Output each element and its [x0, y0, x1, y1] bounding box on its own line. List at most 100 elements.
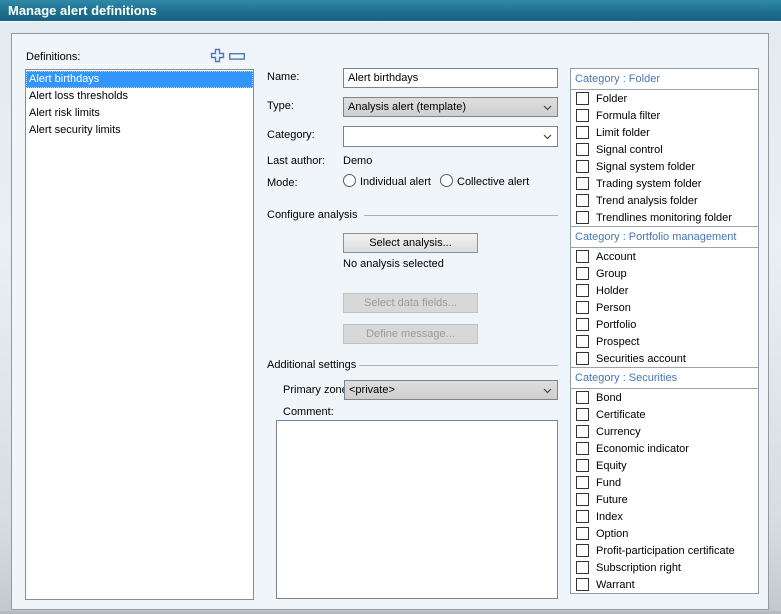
checkbox-icon[interactable] — [576, 335, 589, 348]
definition-list-item[interactable]: Alert risk limits — [26, 105, 253, 122]
category-checkbox-row[interactable]: Trading system folder — [571, 175, 758, 192]
checkbox-icon[interactable] — [576, 561, 589, 574]
category-checkbox-row[interactable]: Limit folder — [571, 124, 758, 141]
name-input[interactable] — [343, 68, 558, 88]
checkbox-icon[interactable] — [576, 301, 589, 314]
checkbox-icon[interactable] — [576, 527, 589, 540]
page-title: Manage alert definitions — [8, 3, 157, 18]
window-title-bar: Manage alert definitions — [0, 0, 781, 22]
category-checkbox-row[interactable]: Subscription right — [571, 559, 758, 576]
category-checkbox-row[interactable]: Holder — [571, 282, 758, 299]
define-message-button[interactable]: Define message... — [343, 324, 478, 344]
checkbox-label: Prospect — [596, 336, 639, 348]
category-checkbox-row[interactable]: Trend analysis folder — [571, 192, 758, 209]
remove-definition-button[interactable] — [229, 52, 245, 64]
checkbox-icon[interactable] — [576, 194, 589, 207]
category-checkbox-row[interactable]: Formula filter — [571, 107, 758, 124]
category-checkbox-row[interactable]: Account — [571, 248, 758, 265]
category-group: Category : Portfolio managementAccountGr… — [571, 226, 758, 367]
category-checkbox-row[interactable]: Trendlines monitoring folder — [571, 209, 758, 226]
category-panel: Category : FolderFolderFormula filterLim… — [570, 68, 759, 594]
category-checkbox-row[interactable]: Signal control — [571, 141, 758, 158]
mode-radio-group: Individual alert Collective alert — [343, 174, 535, 188]
checkbox-icon[interactable] — [576, 318, 589, 331]
category-checkbox-row[interactable]: Index — [571, 508, 758, 525]
comment-textarea[interactable] — [276, 420, 558, 599]
plus-icon — [210, 48, 225, 63]
checkbox-icon[interactable] — [576, 476, 589, 489]
radio-icon[interactable] — [343, 174, 356, 187]
checkbox-label: Profit-participation certificate — [596, 545, 735, 557]
category-checkbox-row[interactable]: Securities account — [571, 350, 758, 367]
category-checkbox-row[interactable]: Certificate — [571, 406, 758, 423]
section-divider — [364, 215, 558, 216]
checkbox-icon[interactable] — [576, 578, 589, 591]
last-author-label: Last author: — [267, 155, 325, 167]
collective-alert-option[interactable]: Collective alert — [440, 176, 529, 188]
individual-alert-option[interactable]: Individual alert — [343, 176, 434, 188]
checkbox-label: Limit folder — [596, 127, 650, 139]
checkbox-icon[interactable] — [576, 442, 589, 455]
category-checkbox-row[interactable]: Future — [571, 491, 758, 508]
category-checkbox-row[interactable]: Prospect — [571, 333, 758, 350]
checkbox-label: Currency — [596, 426, 641, 438]
category-checkbox-row[interactable]: Folder — [571, 90, 758, 107]
checkbox-label: Signal control — [596, 144, 663, 156]
checkbox-icon[interactable] — [576, 352, 589, 365]
category-checkbox-row[interactable]: Bond — [571, 389, 758, 406]
comment-label: Comment: — [283, 406, 334, 418]
primary-zone-dropdown[interactable]: <private> — [344, 380, 558, 400]
section-divider — [359, 365, 558, 366]
category-group-header: Category : Portfolio management — [571, 226, 758, 248]
checkbox-icon[interactable] — [576, 391, 589, 404]
checkbox-icon[interactable] — [576, 425, 589, 438]
category-checkbox-row[interactable]: Equity — [571, 457, 758, 474]
checkbox-icon[interactable] — [576, 493, 589, 506]
category-checkbox-row[interactable]: Fund — [571, 474, 758, 491]
category-checkbox-row[interactable]: Group — [571, 265, 758, 282]
checkbox-icon[interactable] — [576, 109, 589, 122]
checkbox-icon[interactable] — [576, 267, 589, 280]
category-checkbox-row[interactable]: Currency — [571, 423, 758, 440]
definition-list-item[interactable]: Alert security limits — [26, 122, 253, 139]
checkbox-icon[interactable] — [576, 284, 589, 297]
select-data-fields-button[interactable]: Select data fields... — [343, 293, 478, 313]
last-author-value: Demo — [343, 155, 372, 167]
checkbox-icon[interactable] — [576, 544, 589, 557]
category-group-header: Category : Securities — [571, 367, 758, 389]
definition-list-item[interactable]: Alert loss thresholds — [26, 88, 253, 105]
type-label: Type: — [267, 100, 294, 112]
minus-icon — [229, 53, 245, 61]
checkbox-icon[interactable] — [576, 126, 589, 139]
checkbox-icon[interactable] — [576, 408, 589, 421]
category-dropdown[interactable] — [343, 126, 558, 147]
add-definition-button[interactable] — [210, 48, 225, 66]
category-checkbox-row[interactable]: Person — [571, 299, 758, 316]
checkbox-icon[interactable] — [576, 459, 589, 472]
individual-alert-label: Individual alert — [360, 176, 431, 188]
category-checkbox-row[interactable]: Profit-participation certificate — [571, 542, 758, 559]
checkbox-icon[interactable] — [576, 211, 589, 224]
checkbox-label: Index — [596, 511, 623, 523]
checkbox-label: Future — [596, 494, 628, 506]
select-analysis-button[interactable]: Select analysis... — [343, 233, 478, 253]
category-checkbox-row[interactable]: Signal system folder — [571, 158, 758, 175]
checkbox-label: Warrant — [596, 579, 635, 591]
checkbox-icon[interactable] — [576, 250, 589, 263]
checkbox-icon[interactable] — [576, 92, 589, 105]
radio-icon[interactable] — [440, 174, 453, 187]
definitions-list[interactable]: Alert birthdaysAlert loss thresholdsAler… — [25, 69, 254, 600]
checkbox-icon[interactable] — [576, 143, 589, 156]
category-label: Category: — [267, 129, 315, 141]
definition-list-item[interactable]: Alert birthdays — [26, 71, 253, 88]
checkbox-icon[interactable] — [576, 160, 589, 173]
category-checkbox-row[interactable]: Warrant — [571, 576, 758, 593]
collective-alert-label: Collective alert — [457, 176, 529, 188]
checkbox-label: Folder — [596, 93, 627, 105]
category-checkbox-row[interactable]: Economic indicator — [571, 440, 758, 457]
checkbox-icon[interactable] — [576, 177, 589, 190]
checkbox-icon[interactable] — [576, 510, 589, 523]
type-dropdown[interactable]: Analysis alert (template) — [343, 97, 558, 117]
category-checkbox-row[interactable]: Option — [571, 525, 758, 542]
category-checkbox-row[interactable]: Portfolio — [571, 316, 758, 333]
